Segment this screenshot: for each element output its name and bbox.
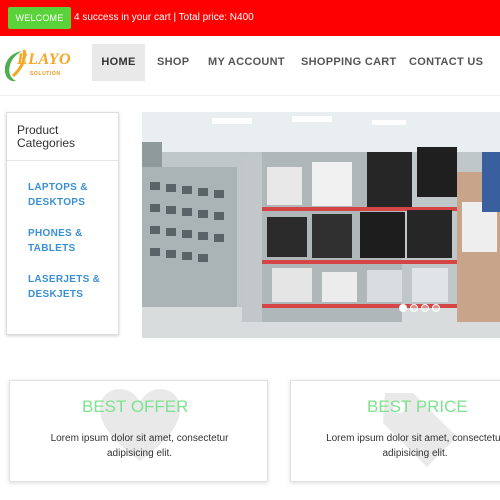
nav-shop[interactable]: SHOP: [157, 44, 189, 81]
welcome-button[interactable]: WELCOME: [8, 7, 71, 29]
category-laserjets-deskjets[interactable]: LASERJETS & DESKJETS: [28, 272, 118, 302]
card-text: Lorem ipsum dolor sit amet, consectetur …: [50, 433, 229, 459]
main-navbar: ELAYO SOLUTION HOME SHOP MY ACCOUNT SHOP…: [0, 36, 500, 96]
slider-dot[interactable]: [421, 304, 429, 312]
cart-status-text[interactable]: 4 success in your cart | Total price: N4…: [74, 7, 254, 29]
brand-logo[interactable]: ELAYO SOLUTION: [0, 42, 82, 90]
brand-name: ELAYO: [17, 51, 72, 68]
slider-dot[interactable]: [399, 304, 407, 312]
brand-tagline: SOLUTION: [30, 71, 61, 77]
product-categories-panel: Product Categories LAPTOPS & DESKTOPS PH…: [6, 112, 119, 335]
nav-shopping-cart[interactable]: SHOPPING CART: [301, 44, 397, 81]
store-photo: [142, 112, 500, 338]
nav-my-account[interactable]: MY ACCOUNT: [208, 44, 285, 81]
card-text: Lorem ipsum dolor sit amet, consectetur …: [326, 433, 500, 459]
category-phones-tablets[interactable]: PHONES & TABLETS: [28, 226, 118, 256]
nav-contact-us[interactable]: CONTACT US: [409, 44, 483, 81]
slider-dot[interactable]: [410, 304, 418, 312]
categories-title: Product Categories: [17, 123, 76, 150]
feature-card-best-offer: BEST OFFER Lorem ipsum dolor sit amet, c…: [9, 380, 268, 482]
slider-dot[interactable]: [432, 304, 440, 312]
top-bar: WELCOME 4 success in your cart | Total p…: [0, 0, 500, 36]
nav-home[interactable]: HOME: [92, 44, 145, 81]
feature-card-best-price: BEST PRICE Lorem ipsum dolor sit amet, c…: [290, 380, 500, 482]
card-title: BEST PRICE: [367, 397, 468, 416]
hero-slider[interactable]: [142, 112, 500, 338]
card-title: BEST OFFER: [82, 397, 189, 416]
category-laptops-desktops[interactable]: LAPTOPS & DESKTOPS: [28, 180, 118, 210]
categories-divider: [7, 160, 118, 161]
